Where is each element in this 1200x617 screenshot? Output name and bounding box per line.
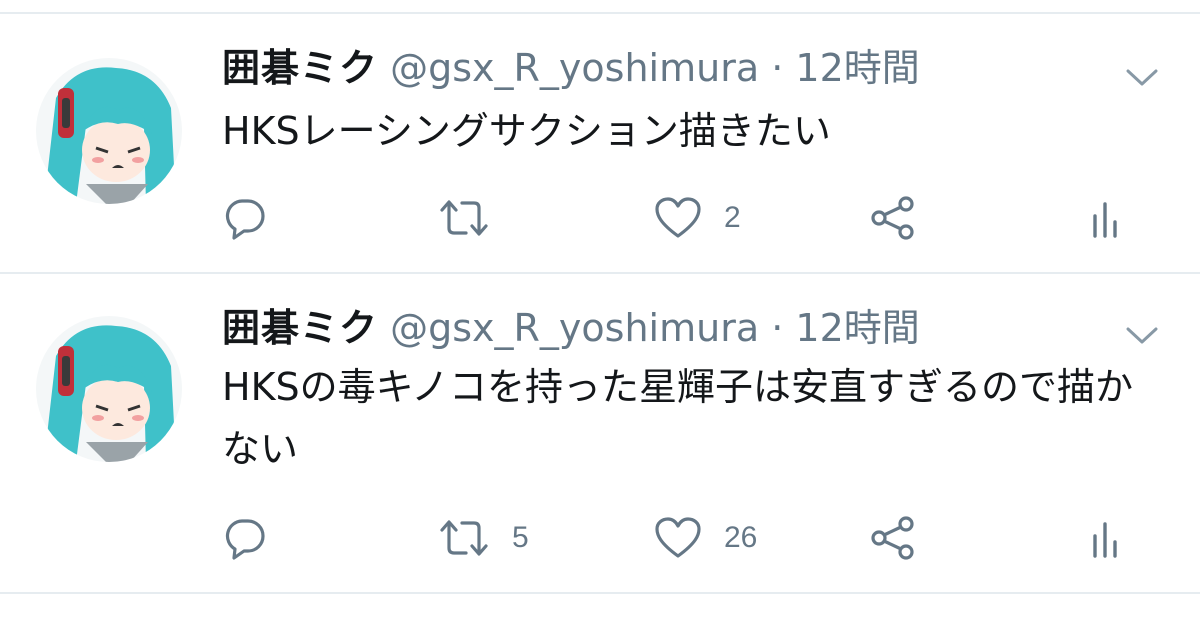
retweet-button[interactable] bbox=[438, 196, 512, 240]
retweet-count: 5 bbox=[512, 521, 529, 554]
avatar-image bbox=[36, 316, 182, 462]
avatar-image bbox=[36, 58, 182, 204]
tweet-text: HKSの毒キノコを持った星輝子は安直すぎるので描かない bbox=[222, 365, 1133, 471]
display-name[interactable]: 囲碁ミク bbox=[222, 46, 378, 90]
retweet-icon bbox=[438, 516, 490, 560]
avatar[interactable] bbox=[36, 316, 182, 462]
share-icon bbox=[870, 196, 916, 240]
retweet-icon bbox=[438, 196, 490, 240]
like-icon bbox=[654, 196, 702, 240]
like-count: 26 bbox=[724, 521, 758, 554]
user-handle[interactable]: @gsx_R_yoshimura bbox=[390, 46, 759, 90]
user-handle[interactable]: @gsx_R_yoshimura bbox=[390, 306, 759, 350]
separator-dot: · bbox=[771, 46, 784, 90]
analytics-button[interactable] bbox=[1090, 196, 1120, 240]
reply-icon bbox=[222, 196, 268, 240]
share-button[interactable] bbox=[870, 516, 916, 560]
chevron-down-icon[interactable] bbox=[1122, 62, 1162, 92]
divider bbox=[0, 272, 1200, 274]
reply-button[interactable] bbox=[222, 516, 290, 560]
timestamp[interactable]: 12時間 bbox=[795, 306, 919, 350]
timestamp[interactable]: 12時間 bbox=[795, 46, 919, 90]
chevron-down-icon[interactable] bbox=[1122, 320, 1162, 350]
timeline: 囲碁ミク @gsx_R_yoshimura · 12時間 HKSレーシングサクシ… bbox=[0, 0, 1200, 617]
separator-dot: · bbox=[771, 306, 784, 350]
display-name[interactable]: 囲碁ミク bbox=[222, 306, 378, 350]
like-button[interactable]: 26 bbox=[654, 516, 757, 560]
share-icon bbox=[870, 516, 916, 560]
tweet-text: HKSレーシングサクション描きたい bbox=[222, 109, 831, 153]
divider bbox=[0, 12, 1200, 14]
analytics-icon bbox=[1090, 516, 1120, 560]
analytics-icon bbox=[1090, 196, 1120, 240]
avatar[interactable] bbox=[36, 58, 182, 204]
like-button[interactable]: 2 bbox=[654, 196, 741, 240]
analytics-button[interactable] bbox=[1090, 516, 1120, 560]
divider bbox=[0, 592, 1200, 594]
reply-button[interactable] bbox=[222, 196, 290, 240]
like-icon bbox=[654, 516, 702, 560]
reply-icon bbox=[222, 516, 268, 560]
retweet-button[interactable]: 5 bbox=[438, 516, 529, 560]
tweet-header: 囲碁ミク @gsx_R_yoshimura · 12時間 bbox=[222, 304, 920, 352]
like-count: 2 bbox=[724, 201, 741, 234]
tweet-header: 囲碁ミク @gsx_R_yoshimura · 12時間 bbox=[222, 44, 920, 92]
share-button[interactable] bbox=[870, 196, 916, 240]
